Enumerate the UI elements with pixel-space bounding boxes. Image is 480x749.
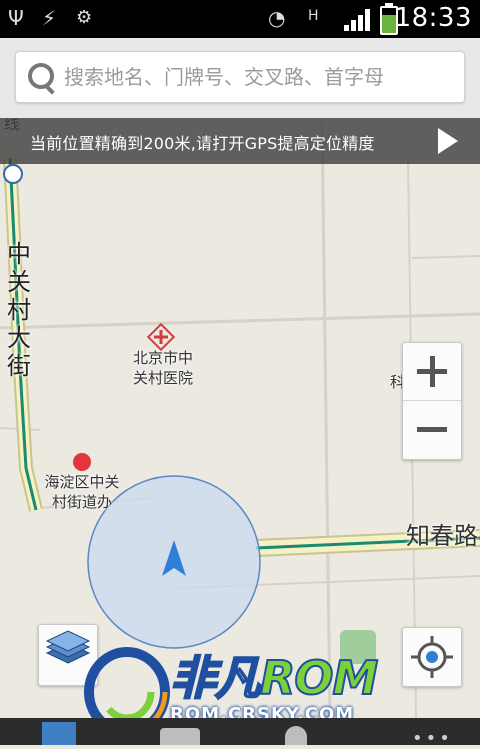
gps-accuracy-notice[interactable]: 当前位置精确到200米,请打开GPS提高定位精度 bbox=[0, 118, 480, 164]
poi-office[interactable]: 海淀区中关 村街道办 bbox=[30, 472, 134, 512]
bottom-toolbar: ••• bbox=[0, 718, 480, 749]
app-notification-icon: ⚙ bbox=[76, 7, 93, 28]
network-type: H bbox=[308, 8, 319, 24]
signal-icon bbox=[344, 9, 374, 31]
zoom-control bbox=[402, 342, 462, 460]
usb-icon: Ψ bbox=[8, 6, 24, 30]
search-box[interactable] bbox=[15, 51, 465, 103]
notice-arrow-icon[interactable] bbox=[438, 128, 458, 154]
plus-icon-v bbox=[430, 356, 435, 387]
poi-office-line2: 村街道办 bbox=[51, 493, 112, 511]
status-bar: Ψ ⚡ ⚙ ◔ H 18:33 bbox=[0, 0, 480, 38]
clock: 18:33 bbox=[394, 3, 472, 33]
zoom-out-button[interactable] bbox=[403, 401, 461, 458]
notice-text: 当前位置精确到200米,请打开GPS提高定位精度 bbox=[30, 134, 375, 153]
usb-debugging-icon: ⚡ bbox=[42, 6, 57, 30]
watermark-brand-rom: ROM bbox=[259, 650, 379, 706]
zoom-in-button[interactable] bbox=[403, 343, 461, 401]
poi-hospital-line1: 北京市中 bbox=[132, 349, 193, 367]
nearby-tab-icon[interactable] bbox=[285, 726, 307, 745]
poi-hospital[interactable]: 北京市中 关村医院 bbox=[118, 348, 208, 388]
street-label-zhichun: 知春路 bbox=[406, 522, 478, 550]
search-bar bbox=[0, 38, 480, 118]
watermark-brand: 非凡ROM bbox=[169, 642, 379, 708]
poi-hospital-line2: 关村医院 bbox=[132, 369, 193, 387]
street-label-zhongguancun: 中关村大街 bbox=[7, 240, 31, 380]
wifi-icon: ◔ bbox=[268, 6, 286, 30]
watermark-brand-cn: 非凡 bbox=[169, 650, 262, 706]
map-tab-icon[interactable] bbox=[42, 722, 76, 745]
my-location-button[interactable] bbox=[402, 627, 462, 687]
locate-icon bbox=[411, 636, 453, 678]
bus-tab-icon[interactable] bbox=[160, 728, 200, 745]
more-tab-icon[interactable]: ••• bbox=[412, 728, 453, 749]
search-input[interactable] bbox=[62, 58, 456, 96]
minus-icon bbox=[417, 427, 447, 432]
search-icon bbox=[28, 63, 54, 89]
poi-office-line1: 海淀区中关 bbox=[44, 473, 120, 491]
